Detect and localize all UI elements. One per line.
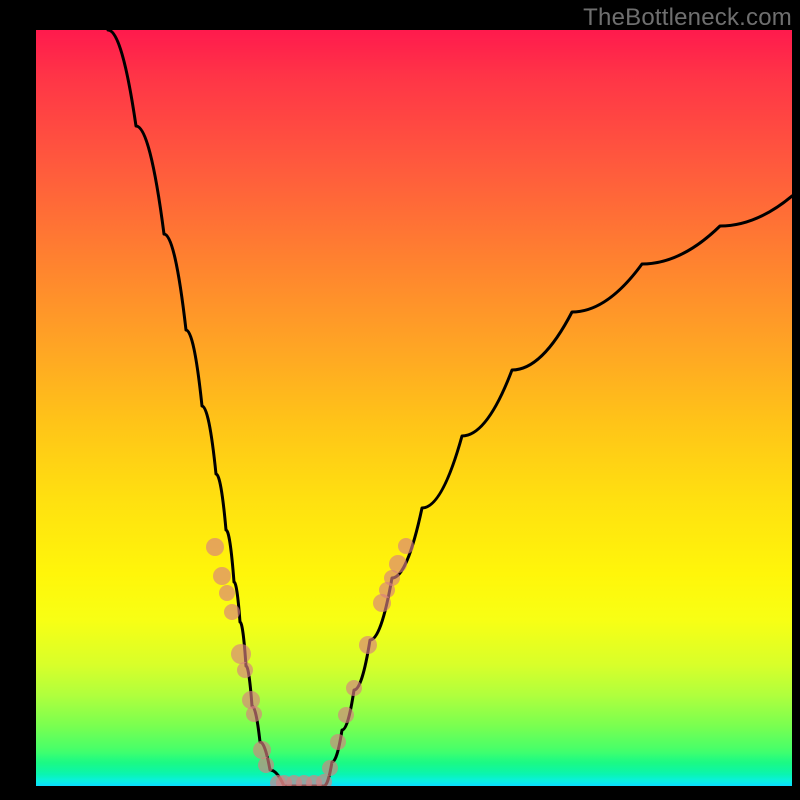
- highlight-dot: [346, 680, 362, 696]
- highlight-dot: [398, 538, 414, 554]
- highlight-dot: [219, 585, 235, 601]
- highlight-dots: [206, 538, 414, 786]
- highlight-dot: [359, 636, 377, 654]
- highlight-dot: [237, 662, 253, 678]
- highlight-dot: [253, 741, 271, 759]
- highlight-dot: [246, 706, 262, 722]
- highlight-dot: [213, 567, 231, 585]
- watermark-text: TheBottleneck.com: [583, 4, 792, 32]
- highlight-dot: [389, 555, 407, 573]
- highlight-dot: [206, 538, 224, 556]
- plot-area: [36, 30, 792, 786]
- chart-frame: TheBottleneck.com: [0, 0, 800, 800]
- highlight-dot: [330, 734, 346, 750]
- highlight-dot: [224, 604, 240, 620]
- highlight-dot: [231, 644, 251, 664]
- highlight-dot: [258, 757, 274, 773]
- highlight-dot: [242, 691, 260, 709]
- right-curve: [324, 196, 792, 786]
- left-curve: [108, 30, 284, 786]
- highlight-dot: [322, 760, 338, 776]
- highlight-dot: [338, 707, 354, 723]
- curve-layer: [36, 30, 792, 786]
